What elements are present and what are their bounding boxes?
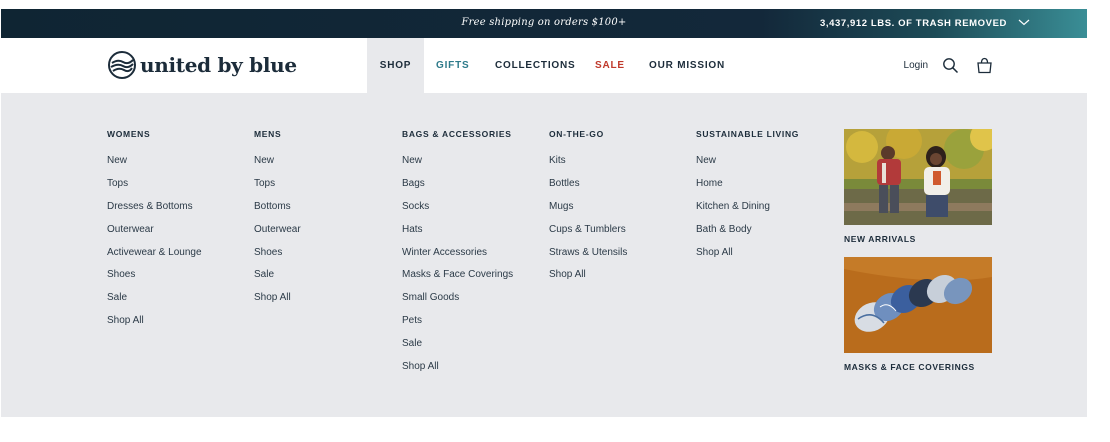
link-list: New Home Kitchen & Dining Bath & Body Sh…: [696, 155, 799, 269]
menu-link[interactable]: Bottles: [549, 178, 627, 201]
wave-logo-icon: [108, 51, 136, 79]
search-icon[interactable]: [942, 57, 959, 74]
main-nav: SHOP GIFTS COLLECTIONS SALE OUR MISSION: [367, 38, 725, 93]
column-heading[interactable]: ON-THE-GO: [549, 129, 627, 141]
menu-link[interactable]: Sale: [254, 269, 301, 292]
menu-link[interactable]: Tops: [254, 178, 301, 201]
menu-link[interactable]: Shoes: [254, 247, 301, 270]
nav-shop[interactable]: SHOP: [367, 38, 424, 93]
menu-link[interactable]: Kits: [549, 155, 627, 178]
announcement-bar: Free shipping on orders $100+ 3,437,912 …: [1, 9, 1087, 38]
menu-link[interactable]: Winter Accessories: [402, 247, 513, 270]
menu-link[interactable]: Dresses & Bottoms: [107, 201, 202, 224]
shopping-bag-icon[interactable]: [976, 57, 993, 74]
link-list: New Bags Socks Hats Winter Accessories M…: [402, 155, 513, 384]
promo-label[interactable]: NEW ARRIVALS: [844, 234, 992, 244]
promo-label[interactable]: MASKS & FACE COVERINGS: [844, 362, 992, 372]
menu-link[interactable]: Shop All: [549, 269, 627, 292]
menu-link[interactable]: Pets: [402, 315, 513, 338]
menu-link[interactable]: Activewear & Lounge: [107, 247, 202, 270]
menu-column-womens: WOMENS New Tops Dresses & Bottoms Outerw…: [107, 129, 202, 338]
menu-link[interactable]: Shop All: [402, 361, 513, 384]
menu-link[interactable]: Mugs: [549, 201, 627, 224]
chevron-down-icon[interactable]: [1017, 17, 1031, 27]
column-heading[interactable]: MENS: [254, 129, 301, 141]
menu-link[interactable]: Shop All: [107, 315, 202, 338]
nav-sale[interactable]: SALE: [582, 38, 636, 93]
menu-link[interactable]: Small Goods: [402, 292, 513, 315]
column-heading[interactable]: SUSTAINABLE LIVING: [696, 129, 799, 141]
brand-name: united by blue: [140, 53, 297, 77]
promo-masks[interactable]: MASKS & FACE COVERINGS: [844, 257, 992, 372]
people-outdoors-image: [844, 129, 992, 225]
menu-column-bags-accessories: BAGS & ACCESSORIES New Bags Socks Hats W…: [402, 129, 513, 384]
menu-link[interactable]: New: [402, 155, 513, 178]
menu-link[interactable]: Bath & Body: [696, 224, 799, 247]
menu-link[interactable]: Masks & Face Coverings: [402, 269, 513, 292]
trash-removed-counter[interactable]: 3,437,912 LBS. OF TRASH REMOVED: [820, 18, 1007, 29]
menu-link[interactable]: Straws & Utensils: [549, 247, 627, 270]
menu-link[interactable]: Sale: [107, 292, 202, 315]
masks-photo[interactable]: [844, 257, 992, 353]
header-utilities: Login: [904, 38, 993, 93]
menu-column-mens: MENS New Tops Bottoms Outerwear Shoes Sa…: [254, 129, 301, 315]
login-link[interactable]: Login: [904, 60, 928, 71]
new-arrivals-photo[interactable]: [844, 129, 992, 225]
brand-logo[interactable]: united by blue: [107, 50, 297, 80]
menu-link[interactable]: Tops: [107, 178, 202, 201]
face-masks-image: [844, 257, 992, 353]
link-list: Kits Bottles Mugs Cups & Tumblers Straws…: [549, 155, 627, 292]
link-list: New Tops Bottoms Outerwear Shoes Sale Sh…: [254, 155, 301, 315]
menu-link[interactable]: Outerwear: [107, 224, 202, 247]
menu-link[interactable]: Socks: [402, 201, 513, 224]
menu-link[interactable]: Kitchen & Dining: [696, 201, 799, 224]
menu-link[interactable]: New: [254, 155, 301, 178]
menu-link[interactable]: New: [107, 155, 202, 178]
menu-link[interactable]: Bags: [402, 178, 513, 201]
nav-our-mission[interactable]: OUR MISSION: [636, 38, 725, 93]
menu-link[interactable]: Sale: [402, 338, 513, 361]
menu-link[interactable]: Bottoms: [254, 201, 301, 224]
menu-column-sustainable-living: SUSTAINABLE LIVING New Home Kitchen & Di…: [696, 129, 799, 269]
link-list: New Tops Dresses & Bottoms Outerwear Act…: [107, 155, 202, 338]
shop-mega-menu: WOMENS New Tops Dresses & Bottoms Outerw…: [1, 93, 1087, 417]
menu-column-on-the-go: ON-THE-GO Kits Bottles Mugs Cups & Tumbl…: [549, 129, 627, 292]
page-frame: Free shipping on orders $100+ 3,437,912 …: [1, 9, 1087, 417]
nav-collections[interactable]: COLLECTIONS: [482, 38, 582, 93]
column-heading[interactable]: BAGS & ACCESSORIES: [402, 129, 513, 141]
menu-link[interactable]: New: [696, 155, 799, 178]
menu-link[interactable]: Outerwear: [254, 224, 301, 247]
menu-link[interactable]: Hats: [402, 224, 513, 247]
menu-link[interactable]: Home: [696, 178, 799, 201]
menu-link[interactable]: Shop All: [696, 247, 799, 270]
site-header: united by blue SHOP GIFTS COLLECTIONS SA…: [1, 38, 1087, 93]
promo-new-arrivals[interactable]: NEW ARRIVALS: [844, 129, 992, 244]
menu-link[interactable]: Shoes: [107, 269, 202, 292]
menu-link[interactable]: Cups & Tumblers: [549, 224, 627, 247]
column-heading[interactable]: WOMENS: [107, 129, 202, 141]
menu-link[interactable]: Shop All: [254, 292, 301, 315]
nav-gifts[interactable]: GIFTS: [424, 38, 482, 93]
